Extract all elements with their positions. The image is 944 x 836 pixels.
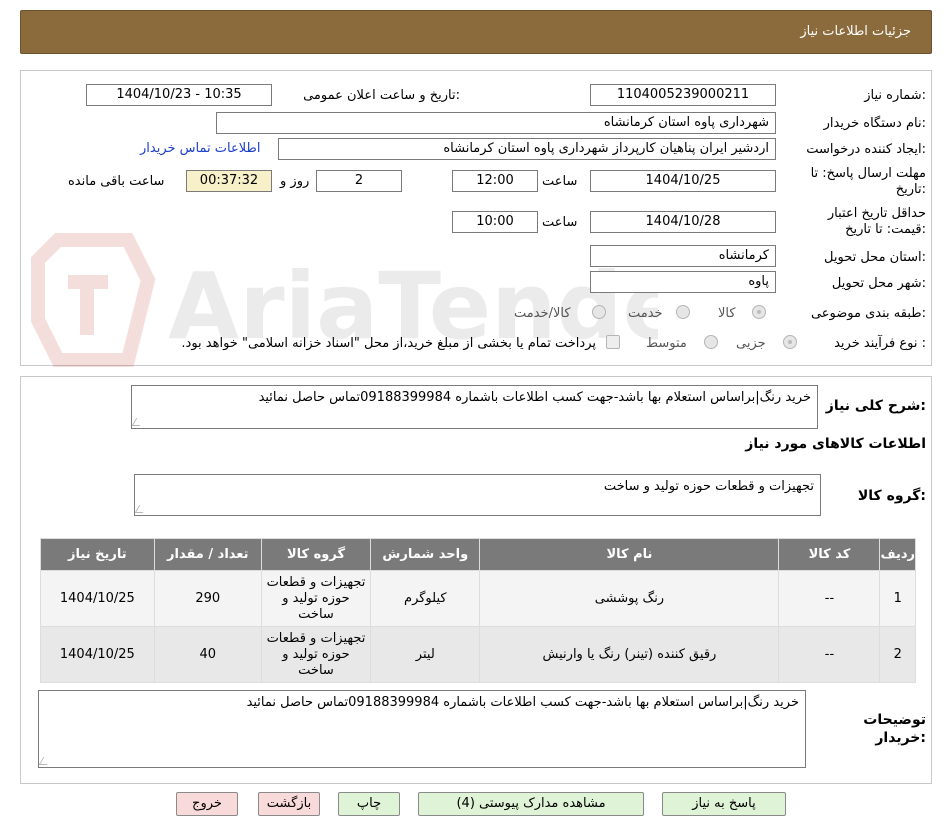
creator-label: ایجاد کننده درخواست: — [806, 142, 926, 157]
city-label: شهر محل تحویل: — [831, 276, 926, 291]
col-need-date: تاریخ نیاز — [40, 538, 155, 571]
treasury-payment-note: پرداخت تمام یا بخشی از مبلغ خرید،از محل … — [181, 336, 596, 351]
summary-text: خرید رنگ|براساس استعلام بها باشد-جهت کسب… — [258, 390, 811, 405]
buyer-notes-text: خرید رنگ|براساس استعلام بها باشد-جهت کسب… — [246, 695, 799, 710]
cell-need-date: 1404/10/25 — [40, 626, 155, 683]
buyer-field: شهرداری پاوه استان کرمانشاه — [216, 112, 776, 134]
remaining-time-field: 00:37:32 — [186, 170, 272, 192]
category-service-label: خدمت — [628, 306, 663, 321]
treasury-payment-checkbox[interactable] — [606, 335, 620, 349]
print-button[interactable]: چاپ — [338, 792, 400, 816]
buyer-label: نام دستگاه خریدار: — [823, 116, 926, 131]
table-row: 2 -- رقیق کننده (تینر) رنگ یا وارنیش لیت… — [40, 626, 916, 683]
table-header-row: ردیف کد کالا نام کالا واحد شمارش گروه کا… — [40, 538, 916, 571]
remaining-label: ساعت باقی مانده — [68, 174, 165, 189]
cell-group: تجهیزات و قطعات حوزه تولید و ساخت — [260, 570, 372, 627]
resize-grip-icon — [38, 757, 52, 765]
goods-group-textarea: تجهیزات و قطعات حوزه تولید و ساخت — [134, 474, 821, 516]
process-label: نوع فرآیند خرید : — [834, 336, 926, 351]
deadline-label: مهلت ارسال پاسخ: تا — [810, 166, 926, 181]
days-label: روز و — [280, 174, 310, 189]
buyer-notes-label: توضیحات — [863, 712, 926, 728]
col-row-number: ردیف — [879, 538, 916, 571]
cell-need-date: 1404/10/25 — [40, 570, 155, 627]
col-quantity: تعداد / مقدار — [153, 538, 262, 571]
items-table: ردیف کد کالا نام کالا واحد شمارش گروه کا… — [40, 538, 916, 683]
cell-item-code: -- — [778, 570, 881, 627]
deadline-time-field: 12:00 — [452, 170, 538, 192]
category-both-radio[interactable] — [592, 305, 606, 319]
cell-row-number: 1 — [879, 570, 916, 627]
deadline-time-label: ساعت — [542, 174, 578, 189]
attachments-button[interactable]: مشاهده مدارک پیوستی (4) — [418, 792, 644, 816]
cell-quantity: 290 — [153, 570, 262, 627]
process-minor-radio[interactable] — [783, 335, 797, 349]
validity-label-2: قیمت: تا تاریخ: — [845, 222, 926, 237]
need-number-label: شماره نیاز: — [864, 88, 926, 103]
category-label: طبقه بندی موضوعی: — [810, 306, 926, 321]
creator-field: اردشیر ایران پناهیان کارپرداز شهرداری پا… — [278, 138, 776, 160]
announce-date-label: تاریخ و ساعت اعلان عمومی: — [303, 88, 460, 103]
cell-item-name: رنگ پوششی — [479, 570, 780, 627]
exit-button[interactable]: خروج — [176, 792, 238, 816]
deadline-date-field: 1404/10/25 — [590, 170, 776, 192]
col-unit: واحد شمارش — [370, 538, 481, 571]
process-medium-label: متوسط — [646, 336, 687, 351]
table-row: 1 -- رنگ پوششی کیلوگرم تجهیزات و قطعات ح… — [40, 570, 916, 627]
goods-group-label: گروه کالا: — [857, 488, 926, 504]
validity-time-label: ساعت — [542, 215, 578, 230]
cell-group: تجهیزات و قطعات حوزه تولید و ساخت — [260, 626, 372, 683]
province-field: کرمانشاه — [590, 245, 776, 267]
goods-group-text: تجهیزات و قطعات حوزه تولید و ساخت — [603, 479, 814, 494]
buyer-notes-textarea: خرید رنگ|براساس استعلام بها باشد-جهت کسب… — [38, 690, 806, 768]
cell-unit: لیتر — [370, 626, 481, 683]
category-service-radio[interactable] — [676, 305, 690, 319]
days-field: 2 — [316, 170, 402, 192]
cell-item-name: رقیق کننده (تینر) رنگ یا وارنیش — [479, 626, 780, 683]
resize-grip-icon — [131, 418, 145, 426]
deadline-label-2: تاریخ: — [895, 182, 926, 197]
cell-item-code: -- — [778, 626, 881, 683]
buyer-contact-link[interactable]: اطلاعات تماس خریدار — [140, 141, 260, 156]
need-number-field: 1104005239000211 — [590, 84, 776, 106]
cell-unit: کیلوگرم — [370, 570, 481, 627]
goods-section-title: اطلاعات کالاهای مورد نیاز — [745, 436, 926, 452]
page-header: جزئیات اطلاعات نیاز — [20, 10, 932, 54]
page-title: جزئیات اطلاعات نیاز — [800, 24, 911, 39]
col-item-code: کد کالا — [778, 538, 881, 571]
validity-label: حداقل تاریخ اعتبار — [827, 206, 926, 221]
reply-button[interactable]: پاسخ به نیاز — [662, 792, 786, 816]
category-both-label: کالا/خدمت — [514, 306, 571, 321]
validity-date-field: 1404/10/28 — [590, 211, 776, 233]
summary-textarea: خرید رنگ|براساس استعلام بها باشد-جهت کسب… — [131, 385, 818, 429]
validity-time-field: 10:00 — [452, 211, 538, 233]
resize-grip-icon — [134, 505, 148, 513]
city-field: پاوه — [590, 271, 776, 293]
cell-row-number: 2 — [879, 626, 916, 683]
process-medium-radio[interactable] — [704, 335, 718, 349]
col-group: گروه کالا — [260, 538, 372, 571]
back-button[interactable]: بازگشت — [258, 792, 320, 816]
buyer-notes-label-2: خریدار: — [875, 730, 926, 746]
province-label: استان محل تحویل: — [824, 250, 926, 265]
summary-label: شرح کلی نیاز: — [825, 398, 926, 414]
process-minor-label: جزیی — [736, 336, 766, 351]
announce-date-field: 1404/10/23 - 10:35 — [86, 84, 272, 106]
cell-quantity: 40 — [153, 626, 262, 683]
category-goods-radio[interactable] — [752, 305, 766, 319]
col-item-name: نام کالا — [479, 538, 780, 571]
category-goods-label: کالا — [718, 306, 736, 321]
